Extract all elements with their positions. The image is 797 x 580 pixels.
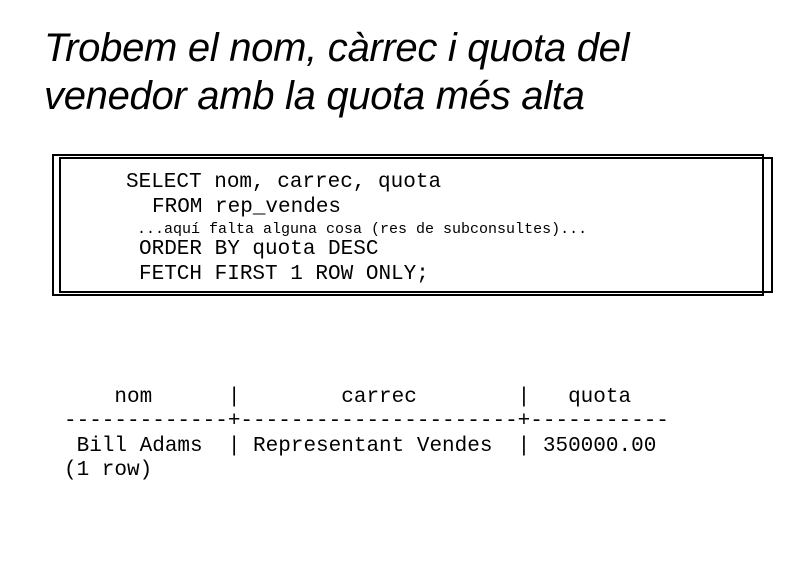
sql-line-select: SELECT nom, carrec, quota [126, 171, 442, 194]
slide-title-line-2: venedor amb la quota més alta [44, 74, 585, 118]
slide-title: Trobem el nom, càrrec i quota del venedo… [44, 24, 784, 120]
sql-line-order-by: ORDER BY quota DESC [139, 238, 379, 261]
sql-code-block: SELECT nom, carrec, quota FROM rep_vende… [0, 0, 587, 286]
result-separator: -------------+----------------------+---… [64, 410, 669, 433]
result-row-count: (1 row) [64, 459, 153, 482]
sql-line-from: FROM rep_vendes [152, 196, 342, 219]
result-data-row: Bill Adams | Representant Vendes | 35000… [64, 435, 657, 458]
sql-line-fetch: FETCH FIRST 1 ROW ONLY; [139, 263, 429, 286]
slide-title-line-1: Trobem el nom, càrrec i quota del [44, 26, 630, 70]
sql-comment-missing: ...aquí falta alguna cosa (res de subcon… [137, 221, 588, 238]
result-header-row: nom | carrec | quota [64, 386, 632, 409]
